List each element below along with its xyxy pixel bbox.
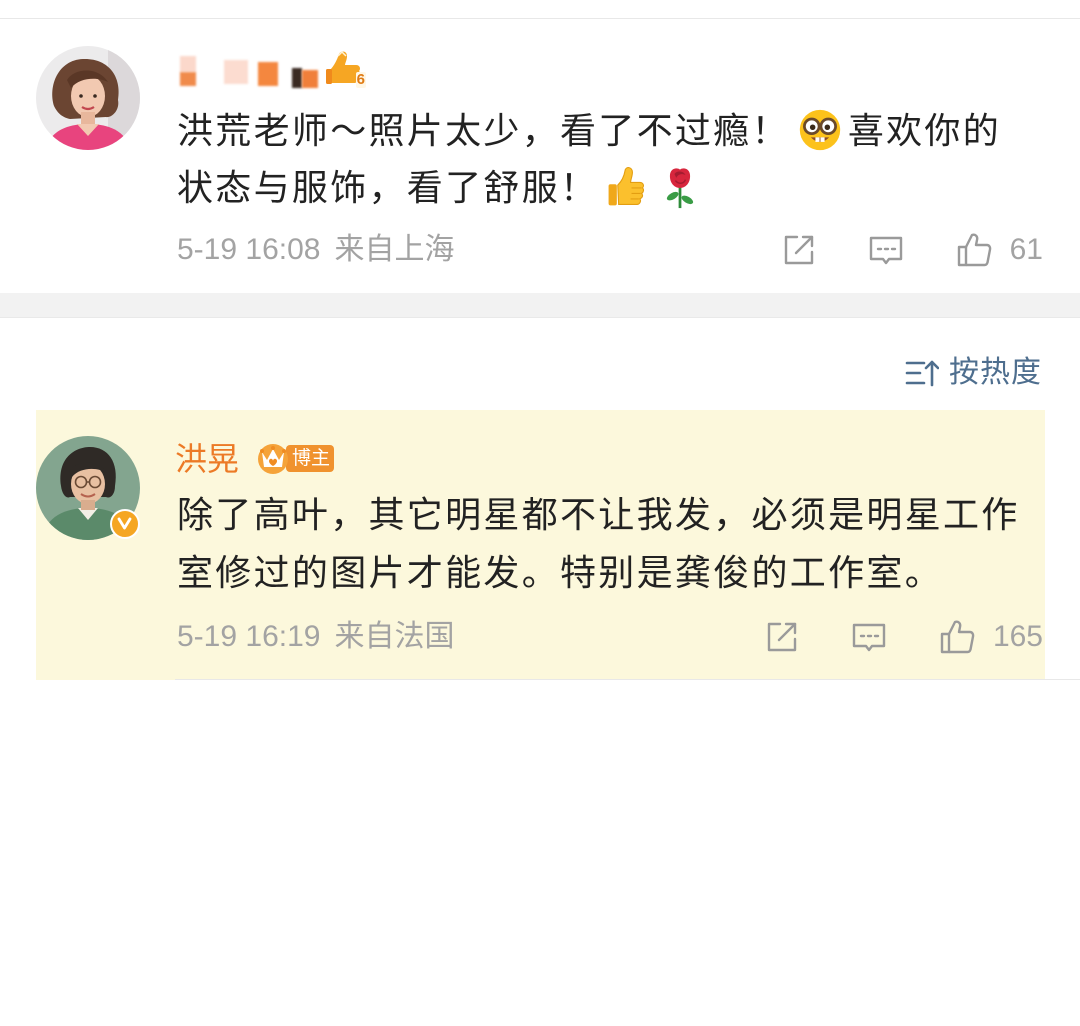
comment-text-segment: 洪荒老师～照片太少，看了不过瘾！ <box>177 110 790 151</box>
rose-icon <box>662 165 698 209</box>
comment-text-line: 除了高叶，其它明星都不让我发，必须是明星工作 <box>177 494 1020 535</box>
share-icon[interactable] <box>781 232 817 268</box>
comment-text-segment: 喜欢你的 <box>847 110 1002 151</box>
nerd-face-icon <box>798 108 842 152</box>
blogger-badge[interactable]: 博主 <box>254 440 338 476</box>
comment-icon[interactable] <box>851 619 887 655</box>
level-badge-number: 6 <box>355 71 366 88</box>
comment-time: 5-19 16:08 <box>177 233 321 266</box>
level-badge-icon[interactable]: 6 <box>324 50 368 90</box>
comment-meta: 5-19 16:08 来自上海 <box>177 232 454 268</box>
comment-location: 来自法国 <box>334 620 455 653</box>
crown-icon <box>258 444 288 474</box>
like-count: 61 <box>1009 233 1043 266</box>
comment-actions: 61 <box>781 232 1043 268</box>
thumbs-up-icon <box>604 165 648 209</box>
avatar[interactable] <box>36 46 140 150</box>
comment-text: 除了高叶，其它明星都不让我发，必须是明星工作 室修过的图片才能发。特别是龚俊的工… <box>177 486 1020 602</box>
like-icon[interactable] <box>939 619 975 655</box>
like-count: 165 <box>992 620 1043 653</box>
sort-label: 按热度 <box>949 356 1042 389</box>
sort-icon <box>905 358 939 388</box>
verified-badge-icon <box>110 509 140 539</box>
redacted-author-name[interactable] <box>176 54 324 90</box>
comment-text-line: 室修过的图片才能发。特别是龚俊的工作室。 <box>177 552 944 593</box>
comment-text-segment: 状态与服饰，看了舒服！ <box>177 167 599 208</box>
comment-text-line: 状态与服饰，看了舒服！ <box>177 159 1001 216</box>
comment-text-line: 洪荒老师～照片太少，看了不过瘾！ 喜欢你的 <box>177 102 1001 159</box>
comment-meta: 5-19 16:19 来自法国 <box>177 619 454 655</box>
share-icon[interactable] <box>764 619 800 655</box>
author-name[interactable]: 洪晃 <box>175 440 239 478</box>
sort-toggle[interactable]: 按热度 <box>905 355 1042 391</box>
section-separator <box>0 293 1080 318</box>
blogger-badge-label: 博主 <box>286 445 334 472</box>
top-divider <box>0 18 1080 19</box>
comment-location: 来自上海 <box>334 233 455 266</box>
comment-time: 5-19 16:19 <box>177 620 321 653</box>
bottom-divider <box>175 679 1080 680</box>
comment-actions: 165 <box>764 619 1043 655</box>
like-icon[interactable] <box>956 232 992 268</box>
comment-text: 洪荒老师～照片太少，看了不过瘾！ 喜欢你的 状态与服饰，看了舒服！ <box>177 102 1001 216</box>
comment-icon[interactable] <box>868 232 904 268</box>
